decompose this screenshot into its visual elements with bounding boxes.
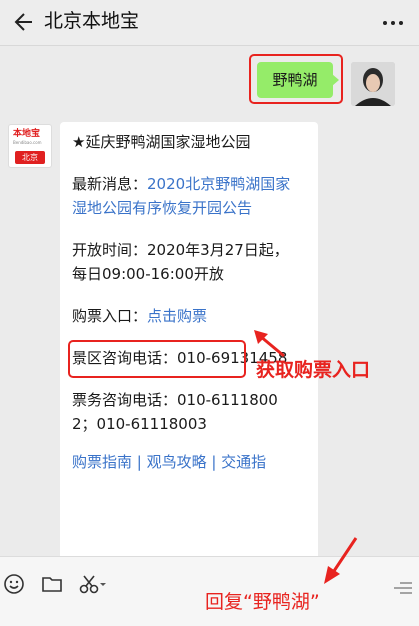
user-message-highlight — [249, 54, 343, 104]
menu-toggle-icon[interactable] — [392, 580, 414, 596]
bot-message-content: ★延庆野鸭湖国家湿地公园 最新消息：2020北京野鸭湖国家湿地公园有序恢复开园公… — [72, 130, 294, 492]
ticket-entry-highlight — [68, 340, 246, 378]
back-arrow-icon[interactable] — [10, 9, 36, 35]
ticket-link[interactable]: 点击购票 — [147, 307, 207, 325]
more-options-icon[interactable] — [383, 21, 405, 27]
avatar-city-tag: 北京 — [15, 151, 45, 164]
ticket-line: 购票入口：点击购票 — [72, 304, 294, 328]
chat-header: 北京本地宝 — [0, 0, 419, 46]
open-time: 开放时间：2020年3月27日起，每日09:00-16:00开放 — [72, 241, 289, 283]
emoji-icon[interactable] — [2, 572, 26, 596]
folder-icon[interactable] — [40, 572, 64, 596]
official-account-avatar[interactable]: 本地宝 Bendibao.com 北京 — [8, 124, 52, 168]
annotation-arrow-icon — [254, 330, 285, 358]
reply-arrow-icon — [324, 537, 358, 584]
user-avatar-photo — [351, 62, 395, 106]
buy-entry-annotation: 获取购票入口 — [256, 359, 371, 381]
news-line: 最新消息：2020北京野鸭湖国家湿地公园有序恢复开园公告 — [72, 172, 294, 220]
avatar-logo-sub: Bendibao.com — [13, 140, 42, 145]
ticket-label: 购票入口： — [72, 307, 148, 325]
news-label: 最新消息： — [72, 175, 148, 193]
reply-hint-annotation: 回复“野鸭湖” — [205, 591, 320, 613]
avatar-logo-text: 本地宝 — [13, 129, 41, 139]
park-title: ★延庆野鸭湖国家湿地公园 — [72, 133, 251, 151]
chat-title: 北京本地宝 — [44, 10, 140, 32]
ticket-phone: 票务咨询电话：010-61118002；010-61118003 — [72, 391, 278, 433]
footer-links[interactable]: 购票指南 | 观鸟攻略 | 交通指 — [72, 450, 294, 474]
user-avatar[interactable] — [351, 62, 395, 106]
scissors-icon[interactable] — [78, 572, 108, 596]
